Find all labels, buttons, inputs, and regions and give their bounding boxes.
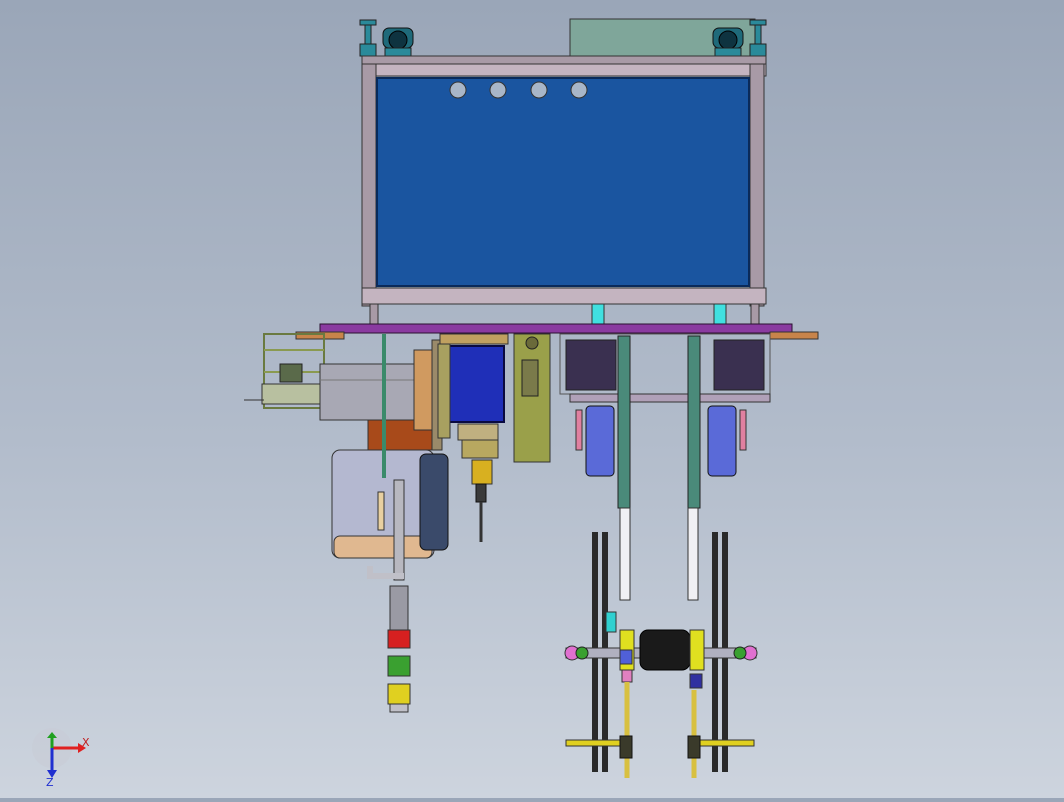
- caster-wheel-right: [712, 27, 744, 57]
- cyan-spacer-right: [713, 303, 727, 325]
- x-axis-label: X: [82, 736, 90, 749]
- blue-motor: [443, 345, 505, 423]
- olive-bracket: [513, 333, 551, 463]
- cad-viewport[interactable]: X Z: [0, 0, 1064, 798]
- caster-wheel-left: [382, 27, 414, 57]
- tower-light-yellow: [387, 683, 411, 705]
- hub-center: [639, 629, 691, 671]
- left-side-mechanism: [244, 333, 443, 451]
- axis-triad: X Z: [32, 728, 90, 789]
- mounting-plate: [295, 323, 819, 340]
- tower-light-red: [387, 629, 411, 649]
- frame-left-post: [361, 63, 377, 307]
- shaft-right: [687, 335, 701, 509]
- drive-motor-assembly: [437, 333, 551, 542]
- rotary-disc-assembly: [564, 532, 758, 778]
- top-frame: [359, 18, 767, 327]
- handle-bar-right: [691, 739, 755, 747]
- frame-right-post: [749, 63, 765, 307]
- handle-bar-left: [565, 739, 629, 747]
- z-axis-label: Z: [46, 776, 54, 789]
- frame-top-rail: [361, 55, 767, 65]
- assembly-drawing: X Z: [32, 18, 819, 789]
- yellow-coupling: [471, 459, 493, 485]
- frame-bottom-rail: [361, 287, 767, 305]
- tower-light-green: [387, 655, 411, 677]
- right-drive-modules: [559, 333, 771, 601]
- servo-motor-left: [585, 405, 615, 477]
- servo-motor-right: [707, 405, 737, 477]
- blue-panel: [376, 77, 750, 287]
- shaft-left: [617, 335, 631, 509]
- cyan-spacer-left: [591, 303, 605, 325]
- leveling-foot-left: [359, 19, 377, 57]
- gray-gearbox: [319, 363, 417, 421]
